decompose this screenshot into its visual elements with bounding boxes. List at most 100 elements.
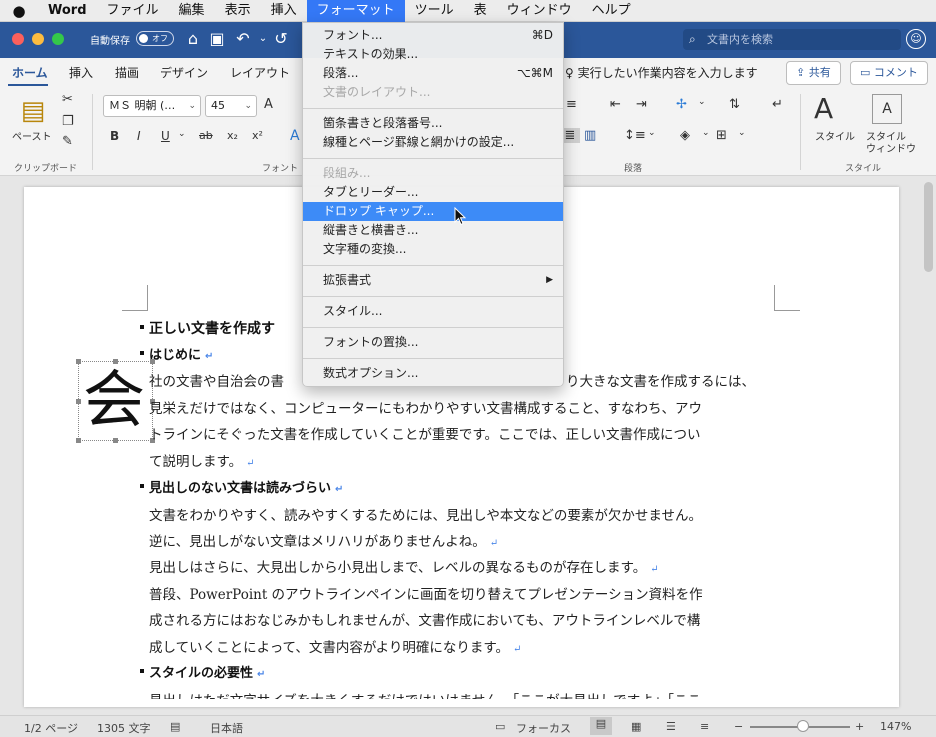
strikethrough-icon[interactable]: ab	[199, 129, 213, 142]
menu-item-borders-shading[interactable]: 線種とページ罫線と網かけの設定...	[303, 133, 563, 152]
zoom-slider-thumb[interactable]	[797, 720, 809, 732]
home-icon[interactable]: ⌂	[182, 28, 204, 50]
tab-design[interactable]: デザイン	[160, 64, 208, 81]
shading-icon[interactable]: ◈	[680, 128, 690, 143]
body-line-6[interactable]: 逆に、見出しがない文章はメリハリがありませんよね。 ↵	[149, 530, 498, 550]
borders-icon[interactable]: ⊞	[716, 128, 727, 143]
apple-icon[interactable]: ●	[0, 0, 38, 22]
show-marks-icon[interactable]: ↵	[772, 97, 783, 112]
grow-font-icon[interactable]: A	[264, 97, 273, 112]
heading-2[interactable]: 見出しのない文書は読みづらい ↵	[139, 477, 343, 496]
increase-indent-icon[interactable]: ⇥	[636, 97, 647, 112]
body-line-2[interactable]: 見栄えだけではなく、コンピューターにもわかりやすい文書構成すること、すなわち、ア…	[149, 397, 702, 417]
web-layout-icon[interactable]: ▦	[631, 720, 641, 733]
copy-icon[interactable]: ❐	[62, 114, 74, 129]
language[interactable]: 日本語	[210, 720, 243, 736]
body-line-8[interactable]: 普段、PowerPoint のアウトラインペインに画面を切り替えてプレゼンテーシ…	[149, 583, 703, 603]
resize-handle[interactable]	[113, 438, 118, 443]
zoom-out-icon[interactable]: −	[734, 720, 743, 733]
text-effects-icon[interactable]: A	[290, 128, 300, 144]
menu-item-text-effects[interactable]: テキストの効果...	[303, 45, 563, 64]
menu-item-change-case[interactable]: 文字種の変換...	[303, 240, 563, 259]
paste-icon[interactable]: ▤	[16, 94, 50, 128]
body-line-3[interactable]: トラインにそぐった文書を作成していくことが重要です。ここでは、正しい文書作成につ…	[149, 423, 700, 443]
autosave-toggle[interactable]: オフ	[136, 31, 174, 46]
vertical-scrollbar[interactable]	[924, 182, 933, 272]
zoom-in-icon[interactable]: +	[855, 720, 864, 733]
proofing-icon[interactable]: ▤	[170, 720, 180, 733]
menubar-help[interactable]: ヘルプ	[582, 0, 641, 22]
share-button[interactable]: ⇪ 共有	[786, 61, 841, 85]
resize-handle[interactable]	[76, 399, 81, 404]
italic-icon[interactable]: I	[137, 129, 141, 143]
body-line-11[interactable]: 見出しはただ文字サイズを大きくするだけではいけません。「ここが大見出しですよ」「…	[149, 689, 779, 699]
cut-icon[interactable]: ✂	[62, 92, 73, 107]
menubar-view[interactable]: 表示	[215, 0, 261, 22]
heading-intro[interactable]: はじめに ↵	[139, 344, 213, 363]
resize-handle[interactable]	[113, 359, 118, 364]
multilevel-list-icon[interactable]: ≡	[566, 97, 577, 112]
heading-3[interactable]: スタイルの必要性 ↵	[139, 662, 265, 681]
tab-home[interactable]: ホーム	[12, 64, 48, 81]
body-line-1b[interactable]: り大きな文書を作成するには、	[566, 370, 755, 390]
drop-cap-frame[interactable]: 会	[76, 359, 155, 443]
minimize-window-button[interactable]	[32, 33, 44, 45]
menu-item-paragraph[interactable]: 段落... ⌥⌘M	[303, 64, 563, 83]
asian-layout-dropdown-icon[interactable]: ⌄	[698, 97, 706, 107]
styles-label[interactable]: スタイル	[815, 128, 855, 143]
close-window-button[interactable]	[12, 33, 24, 45]
asian-layout-icon[interactable]: ✢	[676, 97, 687, 112]
borders-dropdown-icon[interactable]: ⌄	[738, 128, 746, 138]
shading-dropdown-icon[interactable]: ⌄	[702, 128, 710, 138]
menu-item-drop-cap[interactable]: ドロップ キャップ...	[303, 202, 563, 221]
menubar-edit[interactable]: 編集	[169, 0, 215, 22]
focus-icon[interactable]: ▭	[495, 720, 505, 733]
menubar-app-name[interactable]: Word	[38, 0, 97, 22]
menubar-window[interactable]: ウィンドウ	[497, 0, 582, 22]
sort-icon[interactable]: ⇅	[729, 97, 740, 112]
menubar-file[interactable]: ファイル	[97, 0, 169, 22]
menu-item-equation-options[interactable]: 数式オプション...	[303, 364, 563, 383]
body-line-7[interactable]: 見出しはさらに、大見出しから小見出しまで、レベルの異なるものが存在します。 ↵	[149, 556, 659, 576]
line-spacing-icon[interactable]: ↕≡	[624, 128, 646, 143]
styles-gallery-icon[interactable]: A	[814, 92, 833, 125]
distributed-icon[interactable]: ▥	[584, 128, 596, 143]
tab-insert[interactable]: 挿入	[69, 64, 93, 81]
decrease-indent-icon[interactable]: ⇤	[610, 97, 621, 112]
menu-item-style[interactable]: スタイル...	[303, 302, 563, 321]
draft-view-icon[interactable]: ≡	[700, 720, 709, 733]
resize-handle[interactable]	[150, 359, 155, 364]
search-input[interactable]: ⌕ 文書内を検索	[683, 29, 901, 50]
body-line-10[interactable]: 成していくことによって、文書内容がより明確になります。 ↵	[149, 636, 521, 656]
menu-item-tabs-leaders[interactable]: タブとリーダー...	[303, 183, 563, 202]
word-count[interactable]: 1305 文字	[97, 720, 151, 736]
tab-draw[interactable]: 描画	[115, 64, 139, 81]
superscript-icon[interactable]: x²	[252, 129, 263, 142]
undo-icon[interactable]: ↶	[232, 28, 254, 50]
menubar-table[interactable]: 表	[464, 0, 497, 22]
body-line-4[interactable]: て説明します。 ↵	[149, 450, 255, 470]
save-icon[interactable]: ▣	[206, 28, 228, 50]
menu-item-asian-typography[interactable]: 拡張書式 ▶	[303, 271, 563, 290]
underline-icon[interactable]: U	[161, 129, 170, 143]
page-count[interactable]: 1/2 ページ	[24, 720, 78, 736]
zoom-window-button[interactable]	[52, 33, 64, 45]
zoom-level[interactable]: 147%	[880, 720, 911, 733]
menu-item-bullets-numbering[interactable]: 箇条書きと段落番号...	[303, 114, 563, 133]
tab-layout[interactable]: レイアウト	[230, 64, 290, 81]
font-size-select[interactable]: 45 ⌄	[205, 95, 257, 117]
style-pane-label-2[interactable]: ウィンドウ	[866, 140, 916, 155]
menubar-insert[interactable]: 挿入	[261, 0, 307, 22]
menu-item-text-direction[interactable]: 縦書きと横書き...	[303, 221, 563, 240]
paste-label[interactable]: ペースト	[12, 128, 52, 143]
feedback-smiley-icon[interactable]: ☺	[906, 29, 926, 49]
body-line-5[interactable]: 文書をわかりやすく、読みやすくするためには、見出しや本文などの要素が欠かせません…	[149, 504, 702, 524]
font-name-select[interactable]: ＭＳ 明朝 (… ⌄	[103, 95, 201, 117]
menubar-format[interactable]: フォーマット	[306, 0, 405, 22]
focus-mode[interactable]: フォーカス	[516, 720, 571, 736]
print-layout-icon[interactable]: ▤	[590, 717, 612, 735]
menu-item-replace-fonts[interactable]: フォントの置換...	[303, 333, 563, 352]
menu-item-font[interactable]: フォント... ⌘D	[303, 26, 563, 45]
redo-icon[interactable]: ↺	[270, 28, 292, 50]
outline-view-icon[interactable]: ☰	[666, 720, 676, 733]
